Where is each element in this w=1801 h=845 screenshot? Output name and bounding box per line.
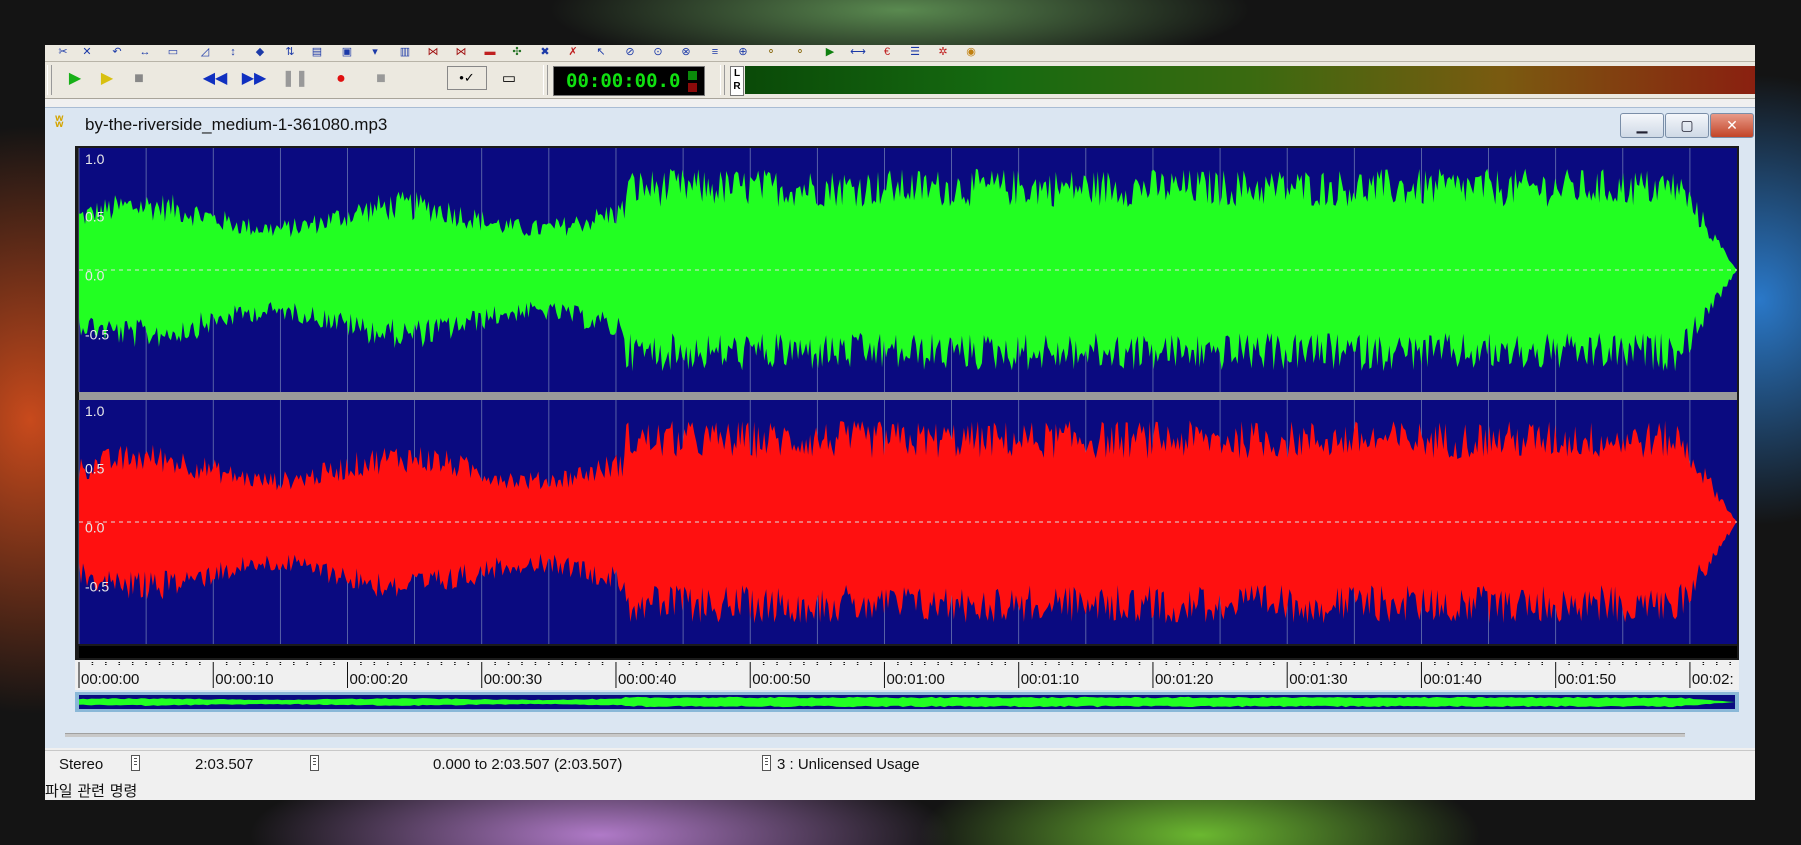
channel-divider [79,392,1737,400]
color-icon[interactable]: ▬ [480,46,500,59]
amplitude-label: -0.5 [85,327,109,343]
fast-forward-icon[interactable]: ▶▶ [240,66,268,92]
document-window: ʬ by-the-riverside_medium-1-361080.mp3 ▁… [45,107,1755,748]
timecode-led-red [688,83,697,92]
tool-icon[interactable]: ↕ [223,46,243,59]
tool-icon[interactable]: ⊘ [620,46,640,59]
time-tick-label: 00:01:40 [1423,671,1481,688]
amplitude-label: 1.0 [85,403,105,419]
tool-icon[interactable]: ✖ [535,46,555,59]
time-tick-label: 00:00:50 [752,671,810,688]
level-meter [745,66,1755,94]
meter-l-label: L [733,68,741,79]
time-ruler[interactable]: 00:00:00 00:00:10 00:00:20 00:00:30 00:00:40… [75,660,1739,690]
amplitude-label: 1.0 [85,151,105,167]
toolbar-transport: ▶ ▶ ■ ◀◀ ▶▶ ❚❚ ● ■ •✓ ▭ 00:00:00.0 L R [45,62,1755,99]
time-tick-label: 00:01:00 [886,671,944,688]
amplitude-label: 0.0 [85,520,105,536]
rewind-icon[interactable]: ◀◀ [201,66,229,92]
time-tick-label: 00:01:20 [1155,671,1213,688]
timecode-display: 00:00:00.0 [553,66,705,96]
tool-icon[interactable]: ⊙ [648,46,668,59]
status-hint: 파일 관련 명령 [45,782,138,800]
tool-icon[interactable]: ⊗ [676,46,696,59]
time-tick-label: 00:01:50 [1558,671,1616,688]
toolbar-grip[interactable] [543,65,548,95]
time-tick-label: 00:00:40 [618,671,676,688]
time-tick-label: 00:00:10 [215,671,273,688]
horizontal-scrollbar[interactable] [65,733,1685,737]
status-bar: Stereo 2:03.507 0.000 to 2:03.507 (2:03.… [45,750,1755,778]
tool-icon[interactable]: ⊕ [733,46,753,59]
play-selection-icon[interactable]: ▶ [93,66,121,92]
time-tick-label: 00:01:30 [1289,671,1347,688]
meter-r-label: R [733,81,741,92]
toolbar-grip[interactable] [47,65,52,95]
amplitude-label: 0.0 [85,268,105,284]
tool-icon[interactable]: ◉ [961,46,981,59]
status-divider-icon[interactable] [762,755,771,771]
tool-icon[interactable]: ✕ [77,46,97,59]
play-icon[interactable]: ▶ [61,66,89,92]
tool-icon[interactable]: € [877,46,897,59]
tool-icon[interactable]: ≡ [705,46,725,59]
tool-icon[interactable]: ↶ [107,46,127,59]
tool-icon[interactable]: ✗ [563,46,583,59]
amplitude-label: -0.5 [85,579,109,595]
tool-icon[interactable]: ⋈ [423,46,443,59]
stop-icon[interactable]: ■ [125,66,153,92]
time-tick-label: 00:00:30 [484,671,542,688]
toolbar-grip[interactable] [720,65,725,95]
amplitude-label: 0.5 [85,461,105,477]
document-title: by-the-riverside_medium-1-361080.mp3 [85,115,388,134]
status-channels: Stereo [59,756,104,773]
timeline-strip [79,646,1737,658]
tool-icon[interactable]: ▣ [337,46,357,59]
tool-icon[interactable]: ⋈ [451,46,471,59]
toolbar-edit: ✂ ✕ ↶ ↔ ▭ ◿ ↕ ◆ ⇅ ▤ ▣ ▾ ▥ ⋈ ⋈ ▬ ✣ ✖ ✗ ↖ … [45,45,1755,62]
time-tick-label: 00:00:00 [81,671,139,688]
tool-icon[interactable]: ◆ [250,46,270,59]
tool-icon[interactable]: ⟷ [848,46,868,59]
tool-icon[interactable]: ▭ [163,46,183,59]
status-divider-icon[interactable] [131,755,140,771]
window-icon[interactable]: ▭ [495,66,523,92]
time-tick-label: 00:02: [1692,671,1734,688]
status-divider-icon[interactable] [310,755,319,771]
maximize-button[interactable]: ▢ [1665,113,1709,138]
pause-icon[interactable]: ❚❚ [281,66,309,92]
timecode-text: 00:00:00.0 [566,70,681,92]
tool-icon[interactable]: ✲ [933,46,953,59]
tool-icon[interactable]: ✂ [53,46,73,59]
overview-strip[interactable] [75,692,1739,712]
waveform-view[interactable]: 1.0 0.5 0.0 -0.5 1.0 0.5 0.0 -0.5 [75,146,1739,660]
tool-icon[interactable]: ◿ [195,46,215,59]
tool-icon[interactable]: ↖ [591,46,611,59]
tool-icon[interactable]: ⚬ [790,46,810,59]
status-length: 2:03.507 [195,756,254,773]
tool-icon[interactable]: ⇅ [280,46,300,59]
amplitude-label: 0.5 [85,209,105,225]
tool-icon[interactable]: ▥ [395,46,415,59]
wave-logo-icon: ʬ [55,114,64,131]
minimize-button[interactable]: ▁ [1620,113,1664,138]
meter-lr-label: L R [730,66,744,96]
timecode-led-green [688,71,697,80]
tool-icon[interactable]: ☰ [905,46,925,59]
tool-icon[interactable]: ↔ [135,46,155,59]
status-selection: 0.000 to 2:03.507 (2:03.507) [433,756,623,773]
play-small-icon[interactable]: ▶ [820,46,840,59]
loop-check-icon[interactable]: •✓ [447,66,487,90]
tool-icon[interactable]: ▤ [307,46,327,59]
tool-icon[interactable]: ▾ [365,46,385,59]
time-tick-label: 00:01:10 [1021,671,1079,688]
tool-icon[interactable]: ⚬ [761,46,781,59]
record-icon[interactable]: ● [327,66,355,92]
time-tick-label: 00:00:20 [349,671,407,688]
stop-record-icon[interactable]: ■ [367,66,395,92]
app-window: ✂ ✕ ↶ ↔ ▭ ◿ ↕ ◆ ⇅ ▤ ▣ ▾ ▥ ⋈ ⋈ ▬ ✣ ✖ ✗ ↖ … [45,45,1755,800]
close-button[interactable]: ✕ [1710,113,1754,138]
tool-icon[interactable]: ✣ [507,46,527,59]
status-license: 3 : Unlicensed Usage [777,756,920,773]
